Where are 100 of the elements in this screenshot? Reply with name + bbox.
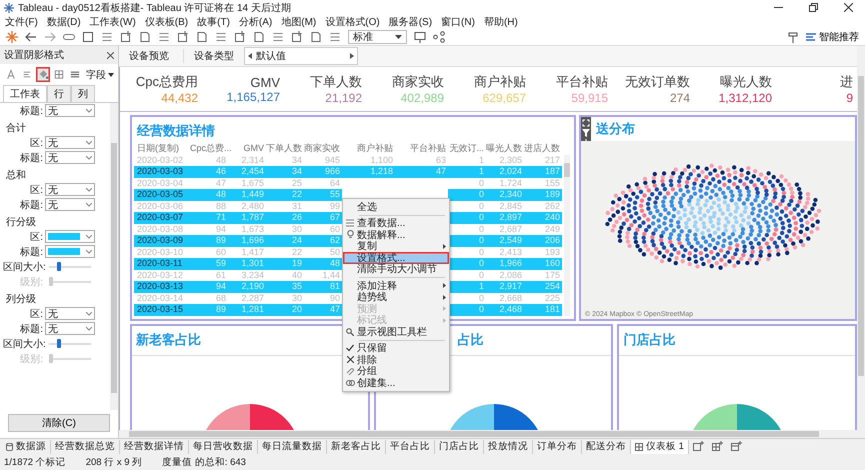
context-menu-item[interactable]: 全选 [343, 201, 449, 212]
sheet-tab[interactable]: 仪表板 1 [631, 440, 689, 454]
new-story-icon[interactable] [730, 441, 742, 452]
table-cell[interactable]: 2020-03-13 [134, 281, 190, 292]
shading-dropdown[interactable]: 无 [45, 104, 95, 117]
menu-item[interactable]: 地图(M) [281, 15, 316, 29]
restore-icon[interactable] [809, 3, 818, 12]
context-menu-item[interactable]: 复制 [343, 240, 449, 252]
clear-button[interactable]: 清除(C) [8, 414, 110, 432]
panel-title: 门店占比 [619, 326, 856, 356]
table-cell[interactable]: 2020-03-15 [134, 304, 190, 316]
menu-item[interactable]: 文件(F) [5, 15, 38, 29]
dropdown-caret-icon [108, 72, 114, 76]
device-type-selector[interactable]: 默认值 [244, 47, 358, 65]
device-preview-button[interactable]: 设备预览 [129, 49, 184, 63]
view-mode-dropdown[interactable]: 标准 [348, 30, 407, 44]
context-menu-item[interactable]: 查看数据... [343, 218, 449, 229]
color-dropdown[interactable] [45, 245, 95, 258]
shading-dropdown[interactable]: 无 [45, 151, 95, 164]
recommend-button[interactable]: 智能推荐 [806, 30, 859, 44]
menu-item[interactable]: 设置格式(O) [325, 15, 380, 29]
kpi-value: 9 [846, 91, 853, 105]
pane-tab[interactable]: 行 [47, 85, 71, 102]
table-cell-text: 2,668 [498, 292, 523, 304]
table-cell: 1,449 [228, 189, 266, 200]
column-header[interactable]: 下单人数 [266, 143, 304, 154]
context-menu-item[interactable]: 设置格式... [343, 252, 449, 264]
menu-item[interactable]: 故事(T) [197, 15, 230, 29]
scrollbar[interactable] [110, 103, 118, 410]
pane-tab[interactable]: 列 [71, 85, 95, 102]
context-menu-item[interactable]: 数据解释... [343, 229, 449, 240]
column-header[interactable]: 平台补贴 [395, 143, 448, 154]
table-cell[interactable]: 2020-03-09 [134, 235, 190, 246]
slider-thumb[interactable] [57, 262, 62, 270]
field-label: 区: [29, 184, 43, 196]
back-icon[interactable] [25, 31, 37, 43]
context-menu-item[interactable]: 清除手动大小调节 [343, 264, 449, 275]
table-cell-text: 48 [214, 154, 227, 166]
table-cell: 67 [304, 212, 342, 224]
field-dropdown[interactable]: 字段 [86, 68, 114, 82]
context-menu-item[interactable]: 创建集... [343, 377, 449, 388]
column-header[interactable]: 日期(复制) [134, 143, 190, 154]
column-header[interactable]: 商户补贴 [342, 143, 395, 154]
scrollbar[interactable] [564, 154, 570, 316]
table-cell[interactable]: 2020-03-03 [134, 166, 190, 178]
logo-icon[interactable] [6, 31, 18, 43]
table-cell[interactable]: 2020-03-05 [134, 189, 190, 200]
grid-icon [635, 442, 643, 450]
share-icon[interactable] [433, 31, 445, 43]
slider-thumb[interactable] [57, 338, 62, 348]
left-caret-icon [248, 53, 252, 59]
table-cell-text: 225 [544, 292, 561, 304]
check-icon [346, 344, 354, 352]
context-menu-item[interactable]: 分组 [343, 366, 449, 377]
column-header[interactable]: 商家实收 [304, 143, 342, 154]
column-header[interactable]: 进店人数 [524, 143, 562, 154]
expand-icon[interactable] [582, 119, 590, 127]
database-icon [6, 442, 13, 450]
table-cell-text: 0 [478, 292, 485, 304]
kpi-label: 商户补贴 [474, 73, 526, 91]
close-icon[interactable] [107, 52, 114, 58]
grid-icon [346, 219, 354, 228]
table-cell[interactable]: 2020-03-07 [134, 212, 190, 224]
filter-icon[interactable] [582, 129, 590, 137]
paint-bucket-icon[interactable] [36, 67, 50, 82]
new-dashboard-icon[interactable] [712, 441, 723, 452]
column-header[interactable]: 曝光人数 [486, 143, 524, 154]
chart-icon [806, 32, 816, 42]
context-menu-item[interactable]: 添加注释 [343, 280, 449, 292]
menu-item[interactable]: 分析(A) [238, 15, 272, 29]
shading-dropdown[interactable]: 无 [45, 307, 95, 320]
context-menu-item[interactable]: 排除 [343, 354, 449, 366]
panel-title: 送分布 [595, 120, 636, 138]
menu-item[interactable]: 工作表(W) [90, 15, 136, 29]
present-icon[interactable] [414, 31, 426, 43]
menu-item[interactable]: 服务器(S) [388, 15, 432, 29]
table-cell: 2,468 [486, 304, 524, 316]
shading-dropdown[interactable]: 无 [45, 183, 95, 196]
shading-dropdown[interactable]: 无 [45, 322, 95, 335]
horizontal-scrollbar[interactable] [119, 430, 857, 438]
table-cell-text: 0 [478, 246, 485, 258]
table-cell-text: 262 [544, 200, 561, 212]
table-cell: 2,917 [486, 281, 524, 292]
menu-item[interactable]: 窗口(N) [441, 15, 475, 29]
scrollbar[interactable] [857, 46, 865, 438]
shading-dropdown[interactable]: 无 [45, 198, 95, 211]
color-dropdown[interactable] [45, 230, 95, 243]
context-menu-item[interactable]: 趋势线 [343, 292, 449, 303]
table-cell[interactable]: 2020-03-11 [134, 258, 190, 270]
right-caret-icon [350, 53, 354, 59]
menu-item[interactable]: 仪表板(B) [144, 15, 188, 29]
table-cell-text: 0 [478, 224, 485, 235]
kpi-value: 1,312,120 [718, 91, 772, 105]
pane-tab[interactable]: 工作表 [3, 85, 47, 102]
menu-item[interactable]: 帮助(H) [484, 15, 518, 29]
table-cell-text: 1,100 [369, 154, 394, 166]
close-icon[interactable] [844, 3, 853, 12]
shading-dropdown[interactable]: 无 [45, 136, 95, 149]
menu-item[interactable]: 数据(D) [46, 15, 81, 29]
column-header[interactable]: 无效订... [448, 143, 486, 154]
